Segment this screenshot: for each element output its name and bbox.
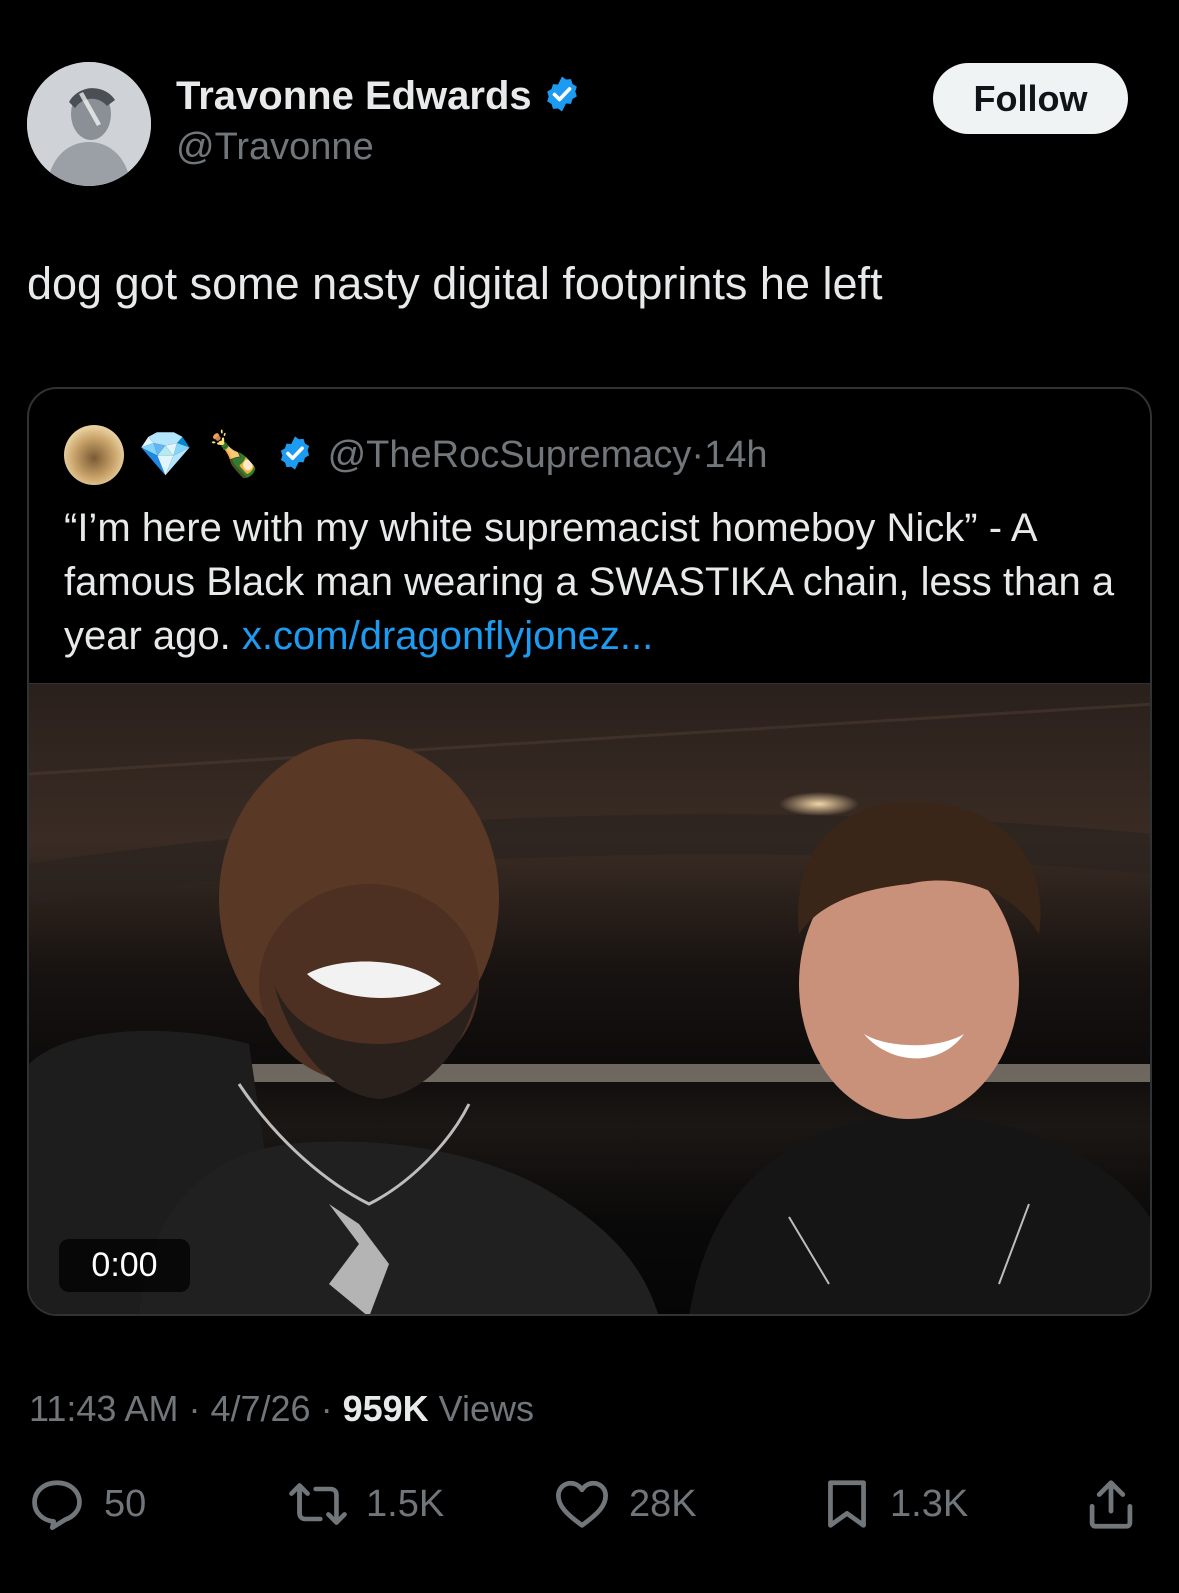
- verified-badge-icon: [542, 74, 582, 119]
- quoted-tweet[interactable]: 💎 🍾 @TheRocSupremacy·14h “I’m here with …: [27, 387, 1152, 1316]
- author-handle[interactable]: @Travonne: [176, 126, 374, 169]
- separator-dot: ·: [691, 433, 705, 476]
- author-avatar[interactable]: [27, 62, 151, 186]
- views-count[interactable]: 959K: [343, 1388, 429, 1429]
- bookmark-icon: [828, 1480, 866, 1528]
- quoted-tweet-header: 💎 🍾 @TheRocSupremacy·14h: [64, 425, 767, 485]
- tweet-text: dog got some nasty digital footprints he…: [27, 258, 883, 309]
- tweet-meta: 11:43 AM · 4/7/26 · 959K Views: [29, 1388, 534, 1430]
- quoted-age: 14h: [704, 433, 768, 476]
- tweet-time[interactable]: 11:43 AM: [29, 1388, 178, 1429]
- like-count: 28K: [629, 1482, 697, 1525]
- quoted-tweet-text: “I’m here with my white supremacist home…: [64, 501, 1124, 663]
- action-bar: 50 1.5K 28K 1.3K: [0, 1478, 1179, 1538]
- reply-button[interactable]: 50: [28, 1478, 146, 1530]
- repost-icon: [289, 1483, 347, 1525]
- follow-button[interactable]: Follow: [933, 63, 1128, 134]
- quoted-video[interactable]: 0:00: [29, 683, 1150, 1314]
- quoted-handle[interactable]: @TheRocSupremacy·14h: [328, 434, 768, 477]
- share-icon: [1089, 1480, 1133, 1529]
- tweet-date[interactable]: 4/7/26: [210, 1388, 310, 1429]
- repost-button[interactable]: 1.5K: [288, 1478, 444, 1530]
- video-thumbnail: [29, 702, 1150, 1314]
- diamond-emoji: 💎: [138, 429, 193, 480]
- bookmark-button[interactable]: 1.3K: [822, 1478, 968, 1530]
- quoted-link[interactable]: x.com/dragonflyjonez...: [242, 614, 653, 658]
- quoted-handle-text: @TheRocSupremacy: [327, 433, 692, 476]
- author-display-name[interactable]: Travonne Edwards: [176, 74, 532, 119]
- avatar-image: [27, 62, 151, 186]
- like-button[interactable]: 28K: [553, 1478, 697, 1530]
- share-button[interactable]: [1085, 1478, 1137, 1530]
- quoted-author-avatar[interactable]: [64, 425, 124, 485]
- tweet-detail-page: Travonne Edwards @Travonne Follow dog go…: [0, 0, 1179, 1593]
- views-label: Views: [438, 1388, 535, 1429]
- repost-count: 1.5K: [366, 1482, 445, 1525]
- reply-icon: [32, 1480, 82, 1530]
- heart-icon: [556, 1480, 608, 1528]
- video-time-badge: 0:00: [59, 1239, 190, 1292]
- champagne-emoji: 🍾: [206, 429, 262, 480]
- separator-dot: ·: [320, 1388, 333, 1429]
- verified-badge-icon: [276, 434, 314, 477]
- bookmark-count: 1.3K: [890, 1482, 969, 1525]
- author-name-row: Travonne Edwards: [176, 74, 582, 119]
- reply-count: 50: [104, 1482, 147, 1525]
- separator-dot: ·: [188, 1388, 201, 1429]
